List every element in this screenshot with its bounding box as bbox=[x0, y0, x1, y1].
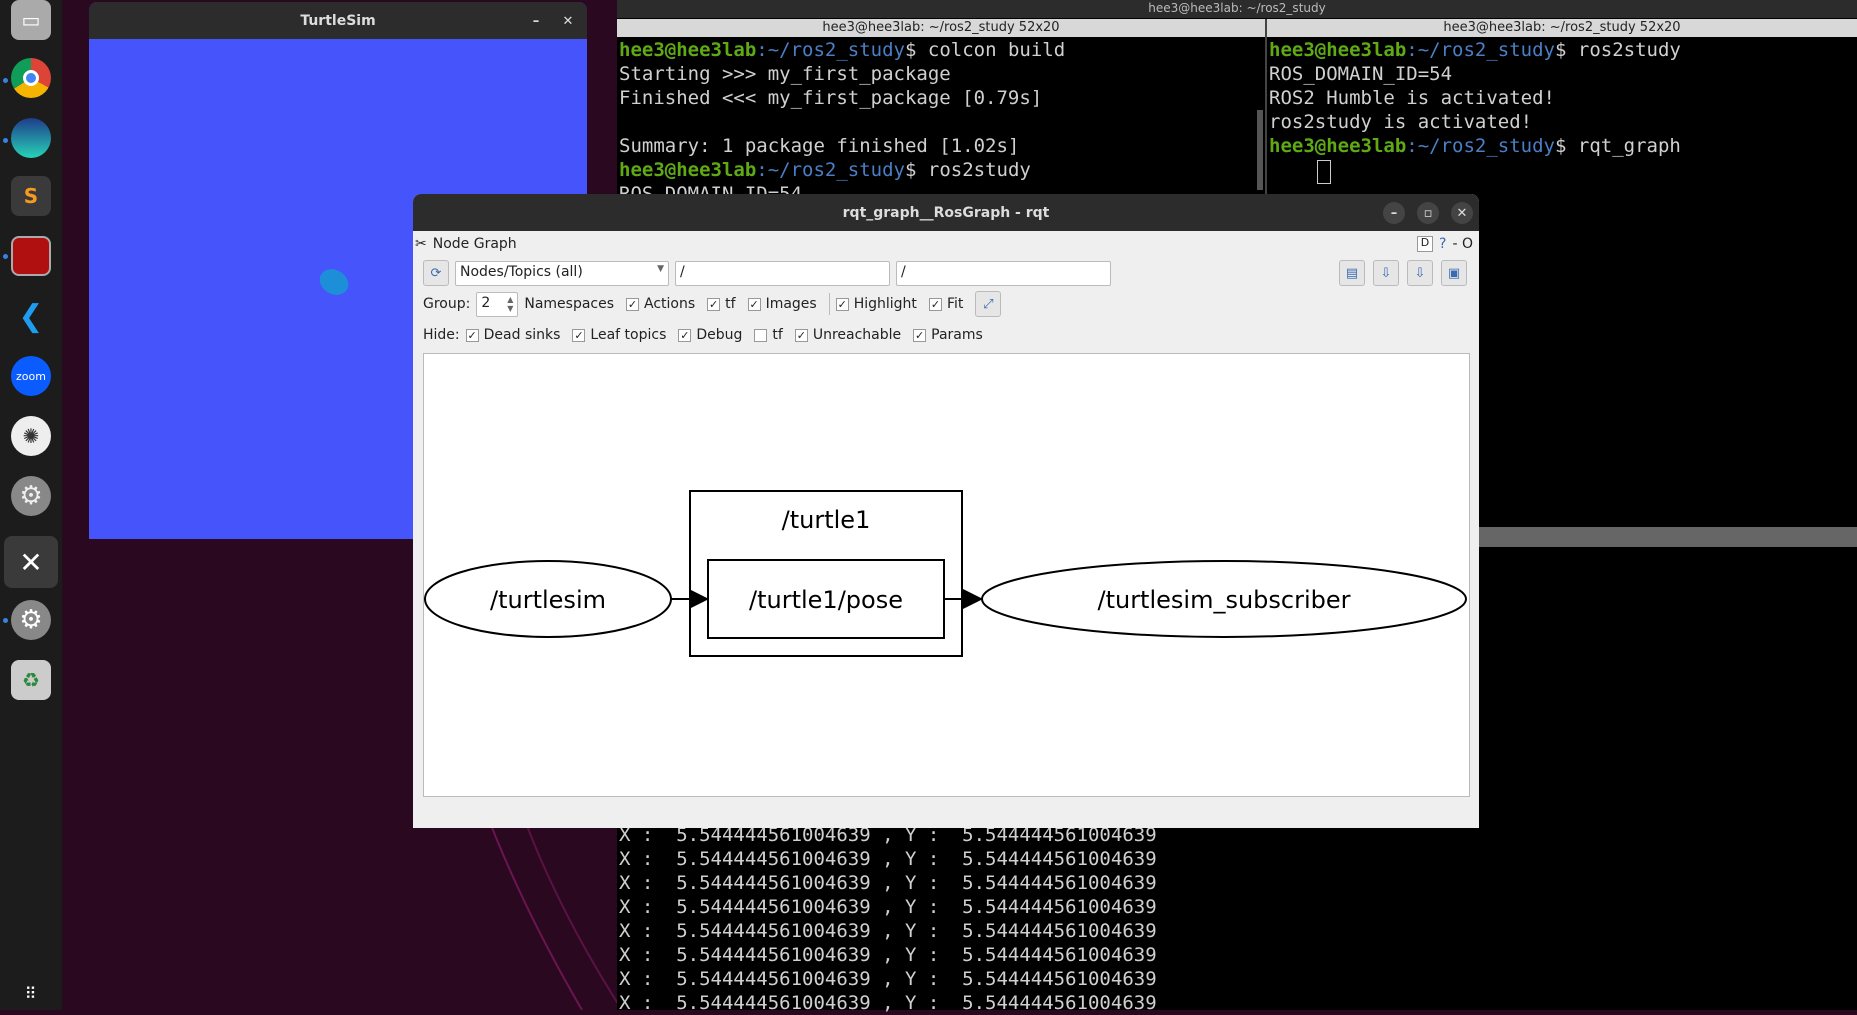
checkbox-box[interactable]: ✓ bbox=[928, 297, 942, 311]
tools-icon: ✂ bbox=[415, 236, 427, 252]
app-grid-icon[interactable]: ⠿ bbox=[11, 980, 51, 1006]
plugin-title: Node Graph bbox=[432, 236, 517, 252]
terminal-line: X : 5.544444561004639 , Y : 5.5444445610… bbox=[619, 848, 1157, 870]
checkbox-tf[interactable]: tf bbox=[754, 327, 783, 343]
cursor bbox=[1317, 160, 1331, 184]
vscode-icon[interactable]: ❮ bbox=[11, 296, 51, 336]
zoom-icon[interactable]: zoom bbox=[11, 356, 51, 396]
checkbox-leaf-topics[interactable]: ✓ Leaf topics bbox=[572, 327, 666, 343]
settings-icon[interactable]: ⚙ bbox=[11, 600, 51, 640]
save-dot-icon[interactable]: ⇩ bbox=[1373, 260, 1399, 286]
checkbox-fit[interactable]: ✓ Fit bbox=[928, 296, 963, 312]
close-button[interactable]: ✕ bbox=[557, 10, 579, 32]
terminal-line: hee3@hee3lab:~/ros2_study$ ros2study bbox=[1269, 39, 1681, 61]
terminator-icon[interactable] bbox=[11, 236, 51, 276]
checkbox-box[interactable]: ✓ bbox=[707, 297, 721, 311]
terminal-line: X : 5.544444561004639 , Y : 5.5444445610… bbox=[619, 944, 1157, 966]
maximize-button[interactable]: ▫ bbox=[1417, 202, 1439, 224]
checkbox-params[interactable]: ✓ Params bbox=[913, 327, 983, 343]
terminal-line: X : 5.544444561004639 , Y : 5.5444445610… bbox=[619, 968, 1157, 990]
graph-canvas[interactable]: /turtle1 /turtle1/pose /turtlesim /turtl… bbox=[423, 353, 1470, 797]
chatgpt-icon[interactable]: ✺ bbox=[11, 416, 51, 456]
refresh-icon[interactable]: ⟳ bbox=[423, 260, 449, 286]
load-dot-icon[interactable]: ▤ bbox=[1339, 260, 1365, 286]
node-filter-input[interactable]: / bbox=[675, 260, 890, 286]
terminal-line: hee3@hee3lab:~/ros2_study$ rqt_graph bbox=[1269, 135, 1681, 157]
minimize-button[interactable]: – bbox=[525, 10, 547, 32]
pane-header: hee3@hee3lab: ~/ros2_study 52x20 bbox=[617, 19, 1265, 37]
checkbox-namespaces[interactable]: Namespaces bbox=[524, 296, 614, 312]
checkbox-box[interactable]: ✓ bbox=[913, 328, 927, 342]
checkbox-box[interactable]: ✓ bbox=[572, 328, 586, 342]
publisher-label: /turtlesim bbox=[490, 586, 606, 614]
terminal-line: X : 5.544444561004639 , Y : 5.5444445610… bbox=[619, 992, 1157, 1014]
turtle-icon bbox=[315, 264, 353, 300]
save-svg-icon[interactable]: ⇩ bbox=[1407, 260, 1433, 286]
close-plugin-button[interactable]: - O bbox=[1452, 236, 1473, 252]
topic-label: /turtle1/pose bbox=[749, 586, 903, 614]
checkbox-box[interactable]: ✓ bbox=[747, 297, 761, 311]
rqt-tools-icon[interactable]: ✕ bbox=[4, 536, 58, 588]
group-label: Group: bbox=[423, 296, 471, 312]
checkbox-box[interactable]: ✓ bbox=[626, 297, 640, 311]
checkbox-tf[interactable]: ✓ tf bbox=[707, 296, 736, 312]
terminal-line: Finished <<< my_first_package [0.79s] bbox=[619, 87, 1043, 109]
fit-view-icon[interactable]: ⤢ bbox=[975, 291, 1002, 317]
zoom-label: zoom bbox=[16, 369, 46, 383]
rqt-window: rqt_graph__RosGraph - rqt – ▫ ✕ ✂ Node Gr… bbox=[413, 194, 1479, 828]
chevron-down-icon: ▼ bbox=[657, 263, 664, 274]
terminal-line: ROS2 Humble is activated! bbox=[1269, 87, 1555, 109]
terminal-line: ROS_DOMAIN_ID=54 bbox=[1269, 63, 1453, 85]
window-title: rqt_graph__RosGraph - rqt bbox=[842, 204, 1050, 221]
scrollbar[interactable] bbox=[1257, 110, 1263, 190]
mode-dropdown[interactable]: Nodes/Topics (all) ▼ bbox=[455, 260, 669, 286]
terminal-line: X : 5.544444561004639 , Y : 5.5444445610… bbox=[619, 872, 1157, 894]
checkbox-box[interactable]: ✓ bbox=[794, 328, 808, 342]
checkbox-dead-sinks[interactable]: ✓ Dead sinks bbox=[465, 327, 560, 343]
chrome-icon[interactable] bbox=[11, 58, 51, 98]
window-title: hee3@hee3lab: ~/ros2_study bbox=[617, 0, 1857, 18]
checkbox-actions[interactable]: ✓ Actions bbox=[626, 296, 695, 312]
help-icon[interactable]: ? bbox=[1439, 236, 1446, 252]
whale-browser-icon[interactable] bbox=[11, 118, 51, 158]
sublime-icon[interactable]: S bbox=[11, 176, 51, 216]
checkbox-box[interactable]: ✓ bbox=[835, 297, 849, 311]
ros-graph: /turtle1 /turtle1/pose /turtlesim /turtl… bbox=[424, 490, 1467, 657]
terminal-line: hee3@hee3lab:~/ros2_study$ colcon build bbox=[619, 39, 1066, 61]
checkbox-debug[interactable]: ✓ Debug bbox=[678, 327, 742, 343]
save-image-icon[interactable]: ▣ bbox=[1441, 260, 1467, 286]
namespace-label: /turtle1 bbox=[782, 506, 871, 534]
trash-icon[interactable]: ♻ bbox=[11, 660, 51, 700]
terminal-line: X : 5.544444561004639 , Y : 5.5444445610… bbox=[619, 920, 1157, 942]
separator bbox=[828, 293, 830, 315]
window-title: TurtleSim bbox=[300, 12, 376, 29]
checkbox-unreachable[interactable]: ✓ Unreachable bbox=[794, 327, 901, 343]
settings-gear-icon[interactable]: ⚙ bbox=[11, 476, 51, 516]
close-button[interactable]: ✕ bbox=[1451, 202, 1473, 224]
terminal-line: Summary: 1 package finished [1.02s] bbox=[619, 135, 1020, 157]
plugin-header: ✂ Node Graph bbox=[415, 231, 517, 257]
pane-header: hee3@hee3lab: ~/ros2_study 52x20 bbox=[1267, 19, 1857, 37]
subscriber-label: /turtlesim_subscriber bbox=[1097, 586, 1350, 614]
minimize-button[interactable]: – bbox=[1383, 202, 1405, 224]
dock-button[interactable]: D bbox=[1417, 236, 1434, 252]
checkbox-box[interactable]: ✓ bbox=[465, 328, 479, 342]
topic-filter-input[interactable]: / bbox=[896, 260, 1111, 286]
checkbox-box[interactable] bbox=[754, 328, 768, 342]
checkbox-images[interactable]: ✓ Images bbox=[747, 296, 817, 312]
hide-label: Hide: bbox=[423, 327, 460, 343]
files-icon[interactable]: ▭ bbox=[11, 0, 51, 40]
terminal-line: hee3@hee3lab:~/ros2_study$ ros2study bbox=[619, 159, 1031, 181]
group-spinbox[interactable]: 2 ▲ ▼ bbox=[476, 291, 519, 317]
terminal-line: X : 5.544444561004639 , Y : 5.5444445610… bbox=[619, 896, 1157, 918]
terminal-line: ros2study is activated! bbox=[1269, 111, 1533, 133]
checkbox-highlight[interactable]: ✓ Highlight bbox=[835, 296, 917, 312]
dock: ▭ S ❮ zoom ✺ ⚙ ✕ ⚙ ♻ ⠿ bbox=[0, 0, 62, 1010]
terminal-line: Starting >>> my_first_package bbox=[619, 63, 951, 85]
checkbox-box[interactable]: ✓ bbox=[678, 328, 692, 342]
